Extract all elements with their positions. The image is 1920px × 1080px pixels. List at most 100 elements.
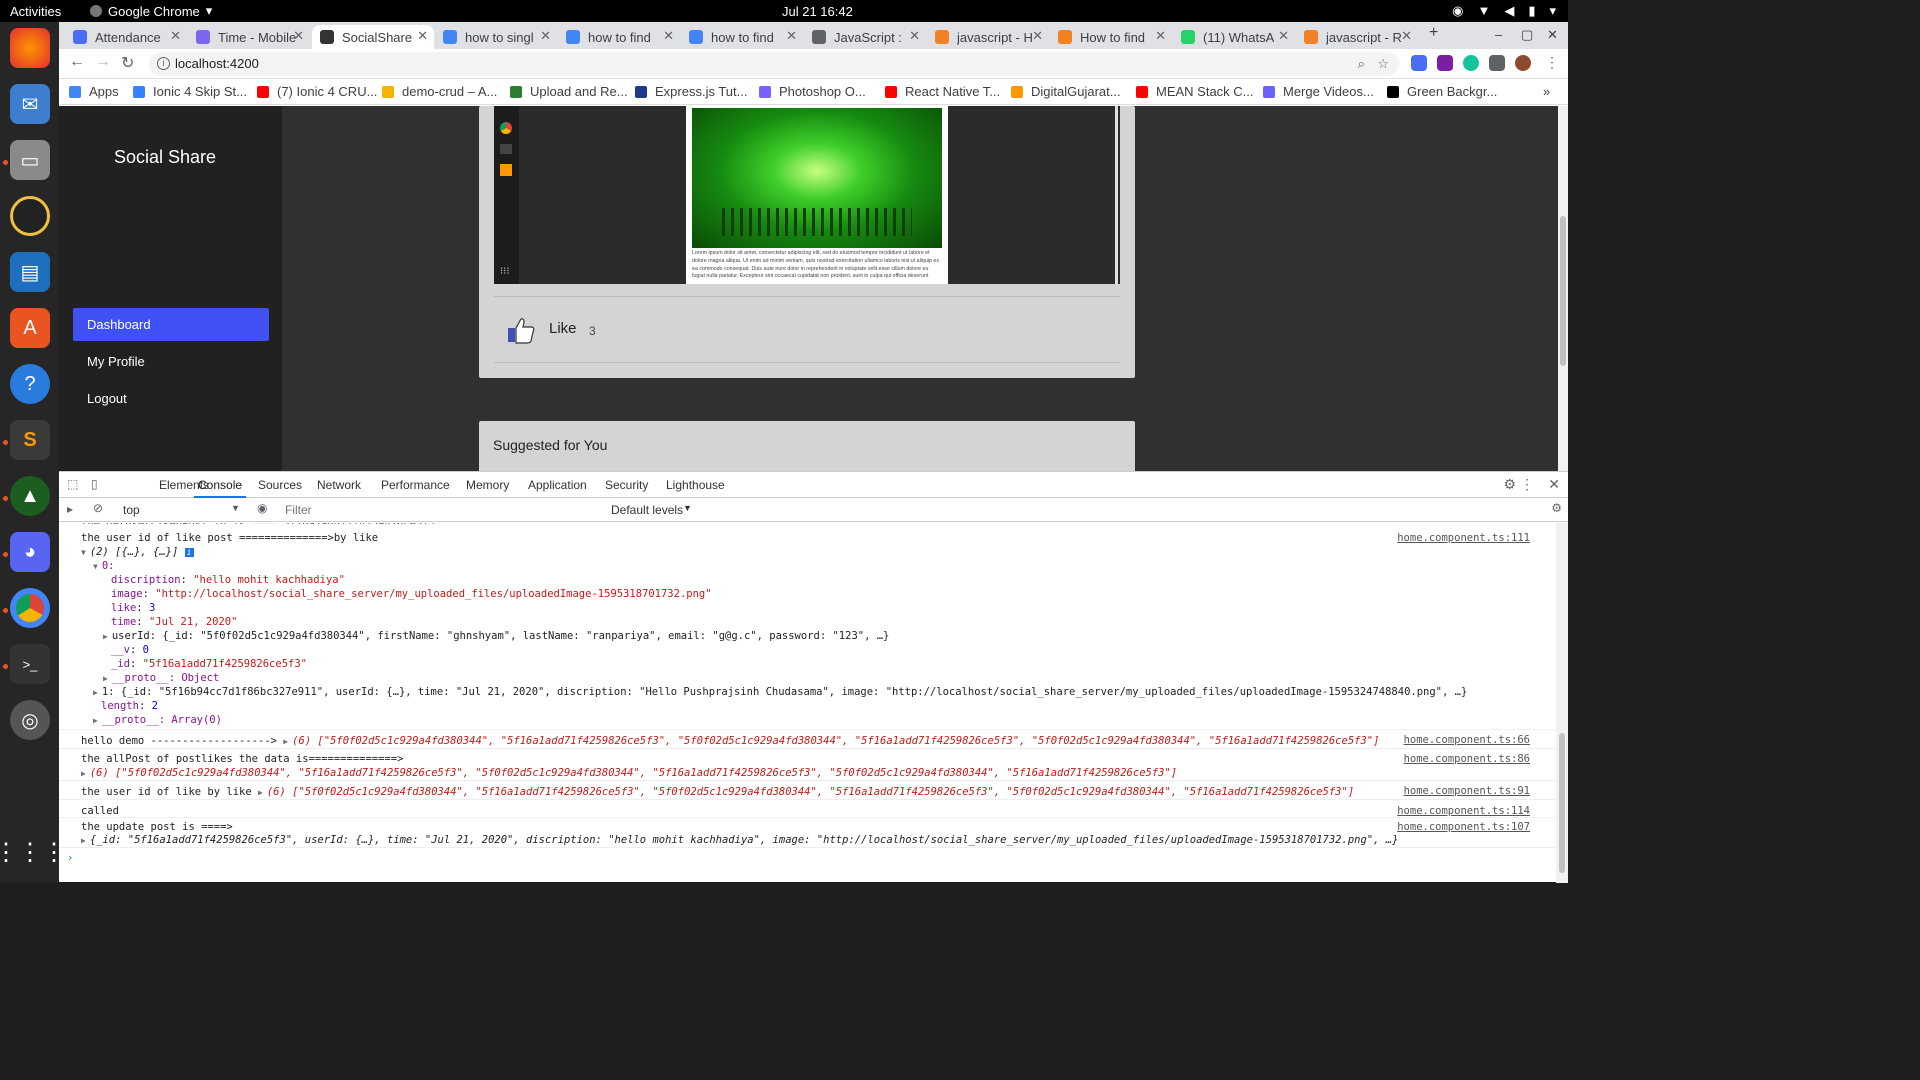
source-link[interactable]: home.component.ts:86: [1404, 753, 1530, 765]
address-bar[interactable]: i localhost:4200 ⌕ ☆: [149, 52, 1399, 76]
tab-close-icon[interactable]: ✕: [1401, 28, 1412, 44]
tab-5[interactable]: how to find ✕: [681, 25, 803, 49]
bookmark-item[interactable]: Ionic 4 Skip St...: [133, 84, 247, 99]
bookmark-item[interactable]: Merge Videos...: [1263, 84, 1374, 99]
system-tray[interactable]: ◉ ▼ ◀ ▮ ▾: [1452, 3, 1556, 19]
bookmark-item[interactable]: Upload and Re...: [510, 84, 628, 99]
source-link[interactable]: home.component.ts:66: [1404, 734, 1530, 746]
thumbs-up-icon[interactable]: [506, 315, 536, 345]
tab-7[interactable]: javascript - H ✕: [927, 25, 1049, 49]
tab-close-icon[interactable]: ✕: [663, 28, 674, 44]
devtools-tab-console[interactable]: Console: [193, 478, 247, 498]
array-index-1[interactable]: ▶ 1: {_id: "5f16b94cc7d1f86bc327e911", us…: [93, 686, 1467, 698]
devtools-tab-memory[interactable]: Memory: [466, 478, 509, 492]
files-icon[interactable]: ▭: [10, 140, 50, 180]
minimize-icon[interactable]: –: [1495, 27, 1502, 42]
source-link[interactable]: home.component.ts:111: [1397, 532, 1530, 544]
star-icon[interactable]: ☆: [1377, 52, 1389, 76]
like-label[interactable]: Like: [549, 320, 577, 337]
devtools-menu-icon[interactable]: ⋮: [1520, 476, 1534, 493]
bookmark-item[interactable]: Express.js Tut...: [635, 84, 747, 99]
close-window-icon[interactable]: ✕: [1547, 27, 1558, 43]
disk-icon[interactable]: ◎: [10, 700, 50, 740]
bookmarks-overflow-icon[interactable]: »: [1543, 84, 1550, 99]
chrome-dock-icon[interactable]: [10, 588, 50, 628]
extension-translate-icon[interactable]: [1411, 55, 1427, 71]
devtools-tab-network[interactable]: Network: [317, 478, 361, 492]
tab-close-icon[interactable]: ✕: [293, 28, 304, 44]
app-menu[interactable]: Google Chrome ▾: [90, 3, 212, 19]
tab-close-icon[interactable]: ✕: [417, 28, 428, 44]
rhythmbox-icon[interactable]: [10, 196, 50, 236]
thunderbird-icon[interactable]: ✉: [10, 84, 50, 124]
bookmark-item[interactable]: React Native T...: [885, 84, 1000, 99]
levels-select[interactable]: Default levels: [611, 503, 683, 517]
sidebar-item-my-profile[interactable]: My Profile: [73, 345, 269, 378]
rocket-icon[interactable]: ▲: [10, 476, 50, 516]
device-toggle-icon[interactable]: ▯: [91, 477, 98, 491]
bookmark-item[interactable]: Photoshop O...: [759, 84, 866, 99]
forward-icon[interactable]: →: [95, 53, 111, 71]
activities-button[interactable]: Activities: [10, 4, 61, 19]
sidebar-item-logout[interactable]: Logout: [73, 382, 269, 415]
bookmark-item[interactable]: (7) Ionic 4 CRU...: [257, 84, 377, 99]
close-icon[interactable]: ✕: [1548, 476, 1560, 493]
tab-close-icon[interactable]: ✕: [1155, 28, 1166, 44]
tab-close-icon[interactable]: ✕: [786, 28, 797, 44]
console-scrollbar[interactable]: [1556, 523, 1568, 883]
extensions-puzzle-icon[interactable]: [1489, 55, 1505, 71]
menu-kebab-icon[interactable]: ⋮: [1545, 54, 1559, 71]
inspect-icon[interactable]: ⬚: [67, 477, 78, 491]
firefox-icon[interactable]: [10, 28, 50, 68]
prop-userid[interactable]: ▶ userId: {_id: "5f0f02d5c1c929a4fd380344…: [103, 630, 889, 642]
bookmark-item[interactable]: Green Backgr...: [1387, 84, 1497, 99]
bookmark-item[interactable]: MEAN Stack C...: [1136, 84, 1254, 99]
bookmark-item[interactable]: DigitalGujarat...: [1011, 84, 1121, 99]
maximize-icon[interactable]: ▢: [1521, 27, 1533, 43]
writer-icon[interactable]: ▤: [10, 252, 50, 292]
tab-close-icon[interactable]: ✕: [1032, 28, 1043, 44]
clear-console-icon[interactable]: ⊘: [93, 501, 103, 515]
tab-6[interactable]: JavaScript : ✕: [804, 25, 926, 49]
software-icon[interactable]: A: [10, 308, 50, 348]
source-link[interactable]: home.component.ts:107: [1397, 821, 1530, 833]
tab-close-icon[interactable]: ✕: [1278, 28, 1289, 44]
tab-close-icon[interactable]: ✕: [540, 28, 551, 44]
devtools-tab-sources[interactable]: Sources: [258, 478, 302, 492]
eye-icon[interactable]: ◉: [257, 501, 267, 515]
devtools-tab-application[interactable]: Application: [528, 478, 587, 492]
console-prompt[interactable]: ›: [67, 852, 73, 864]
new-tab-button[interactable]: +: [1429, 24, 1438, 42]
back-icon[interactable]: ←: [69, 53, 85, 71]
settings-gear-icon[interactable]: ⚙: [1503, 476, 1516, 493]
extension-twitch-icon[interactable]: [1437, 55, 1453, 71]
info-icon[interactable]: i: [157, 57, 170, 70]
array-summary[interactable]: ▶ (6) ["5f0f02d5c1c929a4fd380344", "5f16a…: [81, 767, 1177, 779]
devtools-tab-lighthouse[interactable]: Lighthouse: [666, 478, 725, 492]
array-index-0[interactable]: ▼ 0:: [93, 560, 114, 572]
object-summary[interactable]: ▶ {_id: "5f16a1add71f4259826ce5f3", userI…: [81, 834, 1398, 846]
sidebar-item-dashboard[interactable]: Dashboard: [73, 308, 269, 341]
tab-close-icon[interactable]: ✕: [170, 28, 181, 44]
tab-0[interactable]: Attendance ✕: [65, 25, 187, 49]
terminal-icon[interactable]: >_: [10, 644, 50, 684]
show-apps-icon[interactable]: ⋮⋮⋮: [0, 832, 66, 872]
prop-proto-array[interactable]: ▶ __proto__: Array(0): [93, 714, 222, 726]
source-link[interactable]: home.component.ts:91: [1404, 785, 1530, 797]
sublime-icon[interactable]: S: [10, 420, 50, 460]
tab-close-icon[interactable]: ✕: [909, 28, 920, 44]
reload-icon[interactable]: ↻: [121, 53, 134, 73]
profile-avatar[interactable]: [1515, 55, 1531, 71]
devtools-tab-performance[interactable]: Performance: [381, 478, 450, 492]
clock[interactable]: Jul 21 16:42: [782, 4, 853, 19]
tab-3[interactable]: how to singl ✕: [435, 25, 557, 49]
tab-4[interactable]: how to find ✕: [558, 25, 680, 49]
console-settings-icon[interactable]: ⚙: [1551, 501, 1562, 515]
tab-10[interactable]: javascript - R ✕: [1296, 25, 1418, 49]
page-scrollbar[interactable]: [1558, 106, 1568, 471]
array-summary[interactable]: ▼ (2) [{…}, {…}] i: [81, 546, 194, 558]
tab-9[interactable]: (11) WhatsA ✕: [1173, 25, 1295, 49]
discord-icon[interactable]: ◕: [10, 532, 50, 572]
source-link[interactable]: home.component.ts:114: [1397, 805, 1530, 817]
sidebar-toggle-icon[interactable]: ▸: [67, 502, 73, 516]
